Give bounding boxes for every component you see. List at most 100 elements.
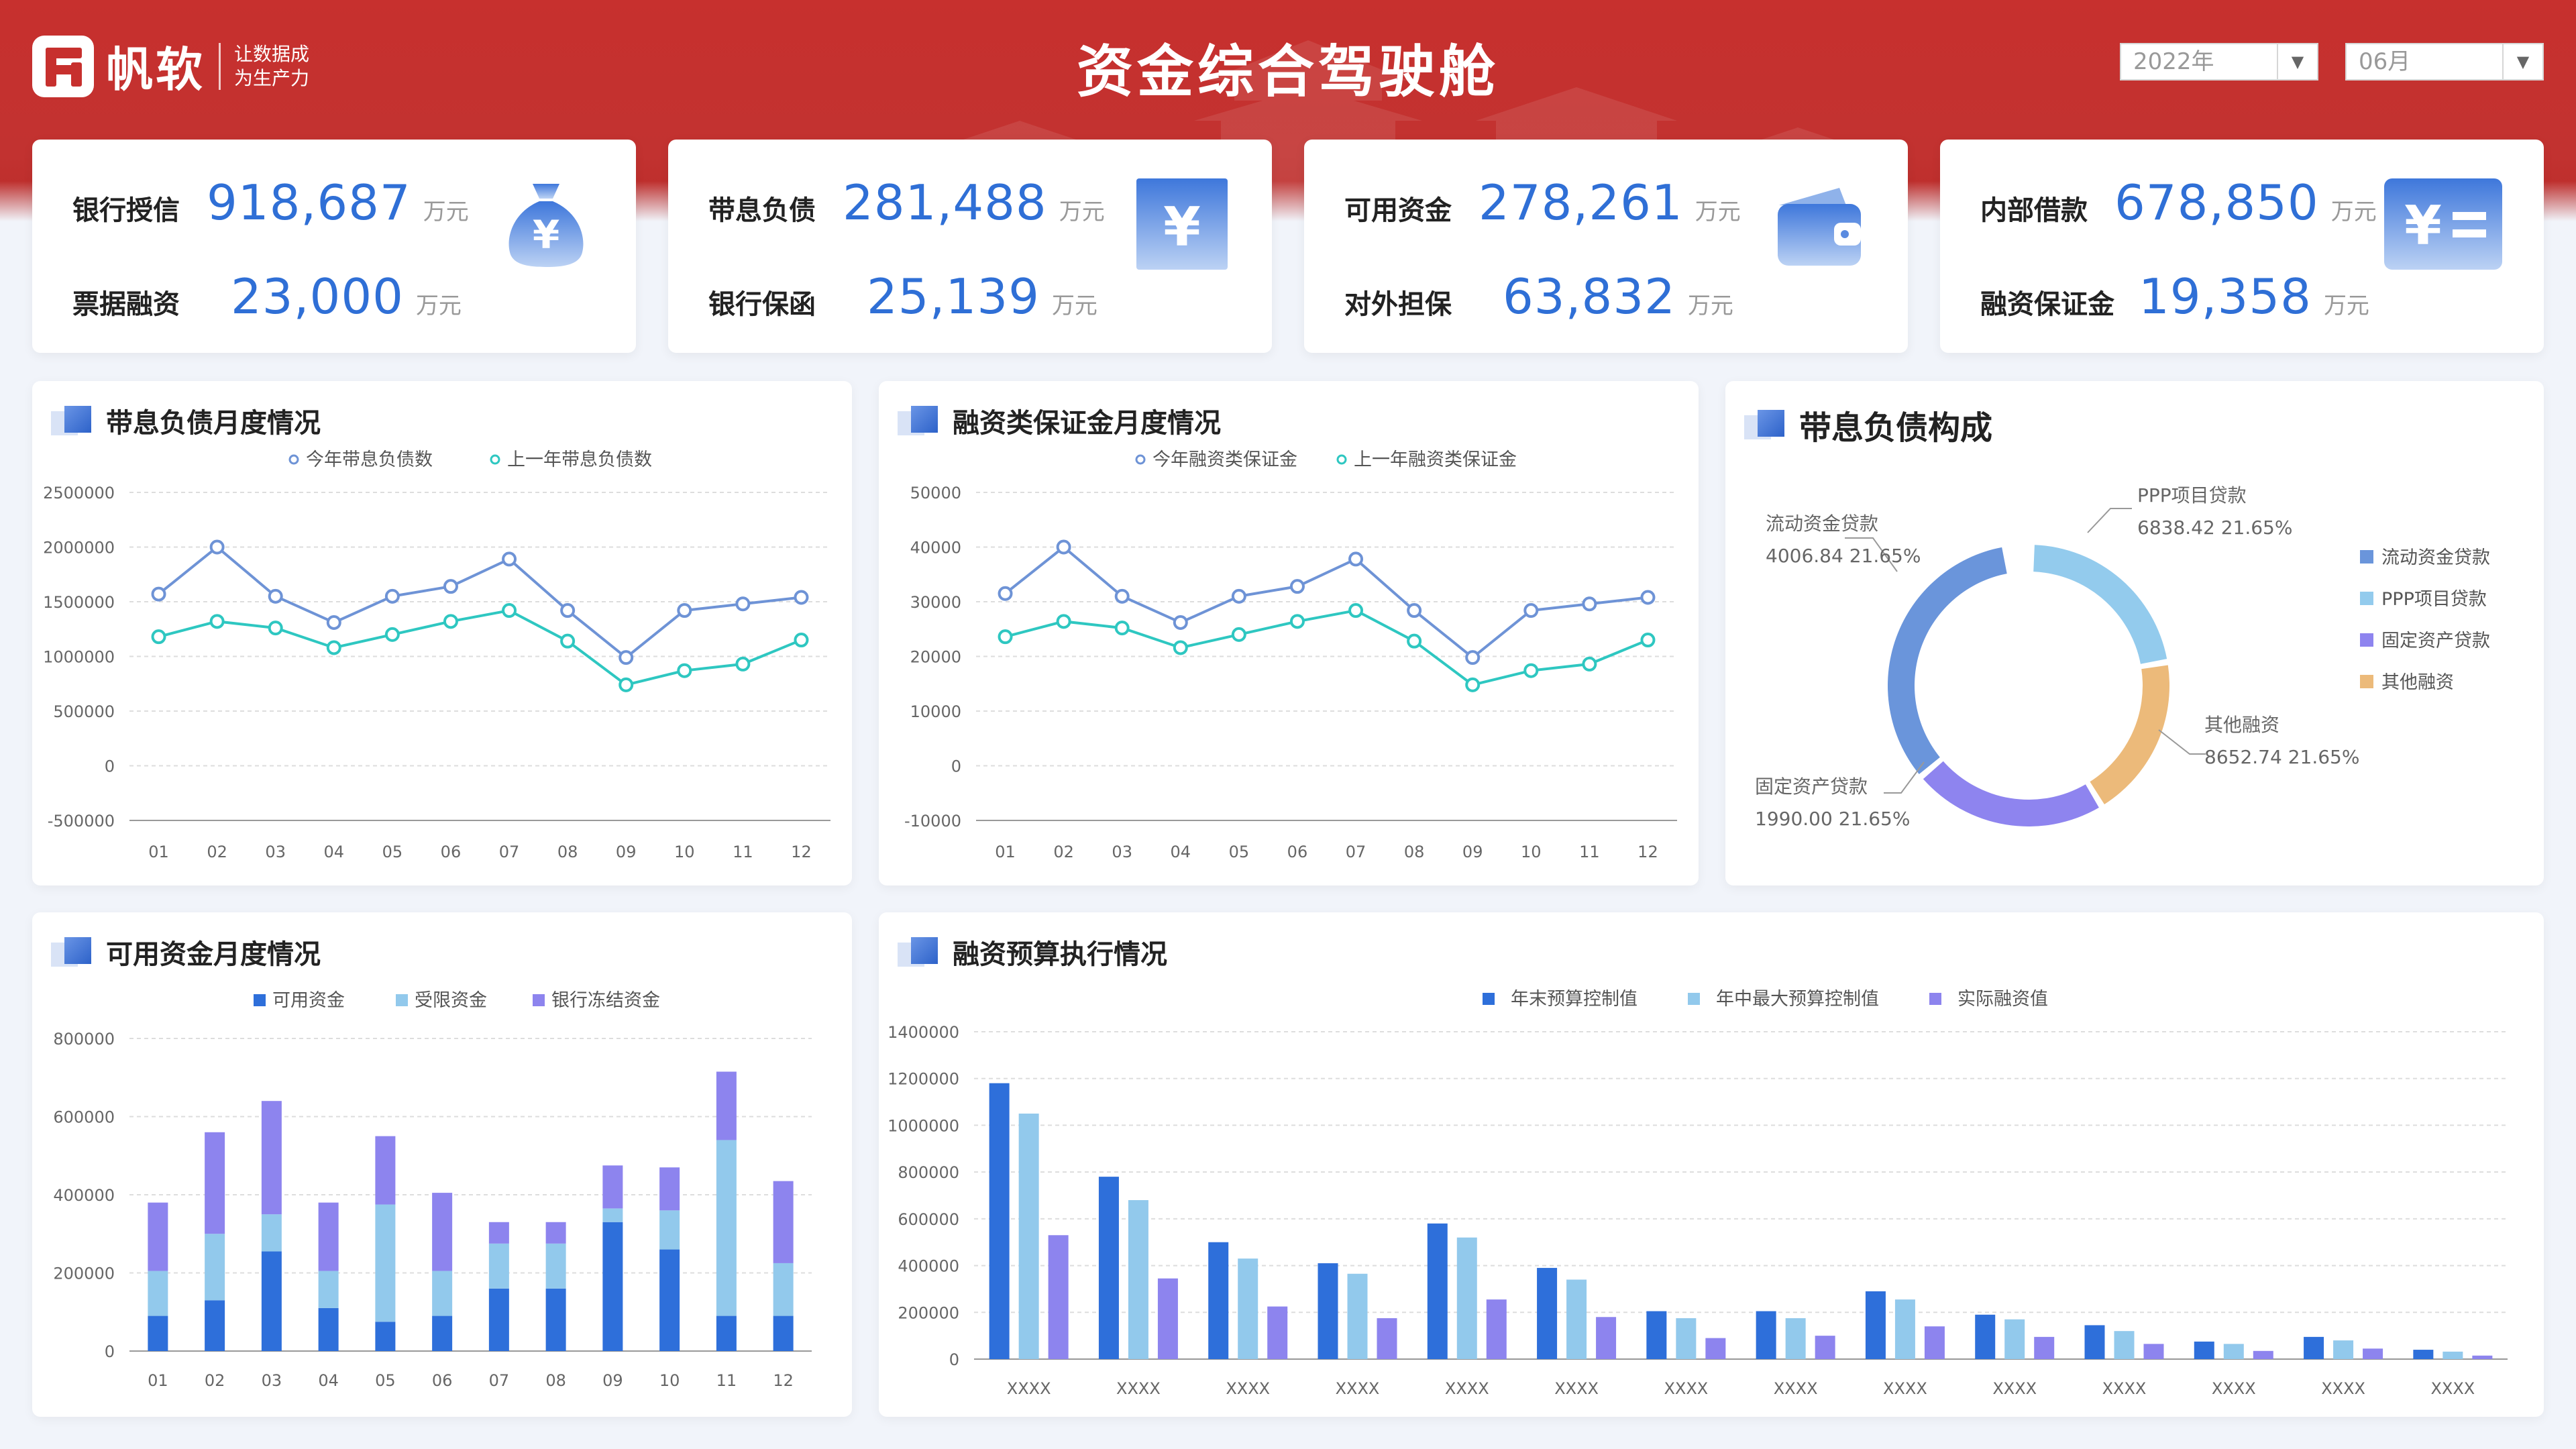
y-tick-label: 0 (951, 757, 961, 776)
data-point (619, 677, 634, 692)
y-tick-label: 600000 (898, 1210, 959, 1229)
y-tick-label: 50000 (910, 484, 961, 502)
financing-margin-line-chart: 50000 40000 30000 20000 10000 0 -10000 01 02 03 04… (904, 449, 1677, 861)
bar (1456, 1237, 1477, 1359)
bar (1238, 1258, 1258, 1359)
chart-plot-area: 50000 40000 30000 20000 10000 0 -10000 01 02 03 04… (904, 449, 1677, 861)
month-select-value: 06月 (2359, 48, 2411, 75)
slice-name-label: 固定资产贷款 (1755, 775, 1868, 798)
year-select[interactable]: 2022年 ▼ (2120, 43, 2318, 80)
bar-segment (318, 1307, 339, 1351)
kpi-card: 带息负债 281,488 万元 银行保函 25,139 万元 ¥ (668, 140, 1272, 353)
bar-segment (375, 1136, 396, 1205)
bar-segment (318, 1202, 339, 1271)
bar-segment (148, 1271, 168, 1316)
kpi-value: 19,358 (2139, 268, 2312, 325)
chevron-down-icon[interactable]: ▼ (2502, 44, 2542, 79)
x-tick-label: 08 (545, 1371, 566, 1390)
x-tick-label: 03 (262, 1371, 282, 1390)
bar-segment (432, 1193, 453, 1271)
bar-segment (205, 1132, 225, 1234)
kpi-row: 银行授信 918,687 万元 (72, 174, 469, 231)
month-select[interactable]: 06月 ▼ (2345, 43, 2544, 80)
data-point (677, 663, 692, 678)
legend-swatch (2360, 633, 2373, 647)
bar (1318, 1263, 1338, 1359)
data-point (384, 627, 400, 642)
y-tick-label: 0 (105, 757, 115, 776)
yuan-card-icon: ¥ (1136, 178, 1228, 270)
x-tick-label: 03 (1112, 843, 1132, 861)
x-tick-label: 01 (995, 843, 1016, 861)
bar-segment (602, 1165, 623, 1209)
data-point (209, 539, 225, 555)
legend-marker (288, 454, 299, 465)
bar (2143, 1344, 2164, 1359)
bar-segment (261, 1214, 282, 1252)
debt-composition-donut-chart: 流动资金贷款 4006.84 21.65% PPP项目贷款 6838.42 21.65… (1755, 484, 2490, 830)
kpi-row: 融资保证金 19,358 万元 (1980, 268, 2369, 325)
x-tick-label: 05 (1229, 843, 1250, 861)
data-point (1173, 614, 1188, 630)
panel-interest-debt-monthly: 带息负债月度情况 2500000 2000000 1500000 1000000 500… (32, 381, 852, 885)
kpi-value: 281,488 (843, 174, 1047, 231)
legend-label: 其他融资 (2381, 672, 2454, 693)
kpi-unit: 万元 (1695, 199, 1741, 225)
bar (2194, 1341, 2214, 1359)
bar (1676, 1318, 1697, 1359)
bar (2472, 1355, 2493, 1359)
bar-segment (602, 1208, 623, 1222)
y-tick-label: 1000000 (43, 648, 115, 667)
slice-value-label: 1990.00 21.65% (1755, 808, 1910, 830)
bar (1894, 1299, 1915, 1359)
x-tick-label: 01 (148, 843, 169, 861)
data-point (1348, 603, 1364, 619)
legend-label: 受限资金 (415, 990, 487, 1011)
x-tick-label: XXXX (2321, 1379, 2365, 1398)
bar (2004, 1319, 2025, 1359)
kpi-unit: 万元 (1051, 292, 1097, 319)
bar (1785, 1318, 1806, 1359)
y-tick-label: 600000 (53, 1108, 115, 1127)
x-tick-label: XXXX (2212, 1379, 2256, 1398)
bar (2443, 1351, 2463, 1359)
legend-label: 年中最大预算控制值 (1716, 989, 1879, 1010)
chart-plot-area: 2500000 2000000 1500000 1000000 500000 0 -5000… (43, 449, 830, 861)
data-point (326, 640, 341, 655)
x-tick-label: 10 (1521, 843, 1542, 861)
x-tick-label: 06 (1287, 843, 1308, 861)
y-tick-label: 800000 (53, 1030, 115, 1049)
x-tick-label: XXXX (1774, 1379, 1818, 1398)
bar-segment (545, 1288, 566, 1351)
kpi-label: 可用资金 (1344, 195, 1452, 226)
x-tick-label: XXXX (1007, 1379, 1051, 1398)
donut-slice (1888, 547, 2007, 775)
legend-marker (1336, 454, 1347, 465)
kpi-unit: 万元 (423, 199, 469, 225)
kpi-value: 25,139 (867, 268, 1040, 325)
data-point (1582, 656, 1597, 672)
legend-label: 上一年融资类保证金 (1354, 449, 1517, 470)
series-line (1005, 608, 1649, 687)
yuan-equal-icon: ¥ (2384, 178, 2502, 270)
x-tick-label: 02 (1053, 843, 1074, 861)
data-point (794, 590, 809, 605)
x-tick-label: 11 (733, 843, 753, 861)
legend-swatch (1483, 993, 1495, 1005)
legend-label: 可用资金 (272, 990, 345, 1011)
kpi-value: 278,261 (1479, 174, 1683, 231)
donut-slice (1923, 761, 2099, 826)
data-point (560, 633, 576, 649)
available-funds-stacked-bar-chart: 800000 600000 400000 200000 0 01 02 03 04 05 06 07 0… (53, 990, 812, 1390)
x-tick-label: 04 (1171, 843, 1191, 861)
bar-segment (205, 1300, 225, 1351)
bar-segment (375, 1322, 396, 1351)
bar-segment (659, 1167, 680, 1211)
data-point (560, 603, 576, 619)
bar (1427, 1223, 1448, 1359)
y-tick-label: 1400000 (888, 1023, 959, 1042)
chevron-down-icon[interactable]: ▼ (2277, 44, 2317, 79)
bar (1347, 1273, 1368, 1359)
x-tick-label: XXXX (1445, 1379, 1489, 1398)
data-point (268, 621, 283, 636)
